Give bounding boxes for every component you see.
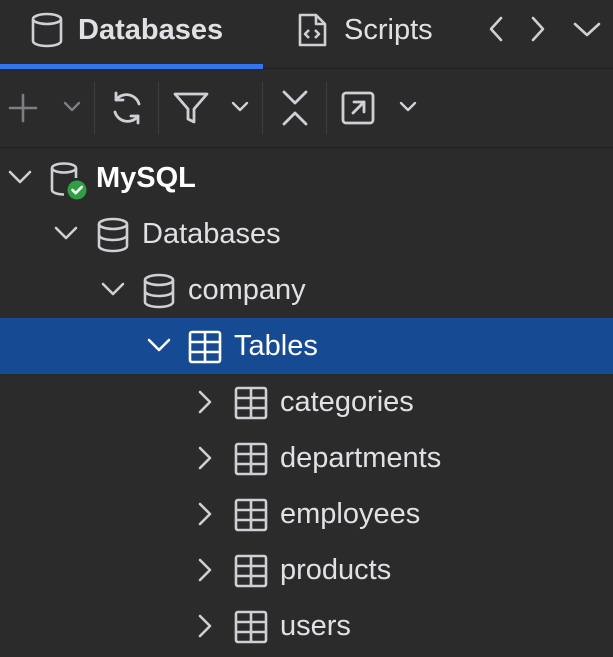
chevron-left-icon[interactable] bbox=[484, 14, 510, 44]
chevron-right-icon[interactable] bbox=[192, 444, 216, 472]
chevron-right-icon[interactable] bbox=[524, 14, 550, 44]
chevron-right-icon[interactable] bbox=[192, 556, 216, 584]
chevron-down-icon[interactable] bbox=[52, 221, 80, 245]
tree-node-table[interactable]: products bbox=[0, 542, 613, 598]
table-label: employees bbox=[280, 498, 421, 530]
script-file-icon bbox=[295, 12, 329, 48]
table-label: departments bbox=[280, 442, 442, 474]
chevron-right-icon[interactable] bbox=[192, 388, 216, 416]
chevron-right-icon[interactable] bbox=[192, 500, 216, 528]
table-icon bbox=[234, 442, 268, 476]
mysql-connection-icon bbox=[48, 161, 90, 201]
chevron-down-icon[interactable] bbox=[145, 333, 173, 357]
tab-scripts-label: Scripts bbox=[344, 14, 433, 46]
tree-node-tables-group[interactable]: Tables bbox=[0, 318, 613, 374]
tab-databases[interactable]: Databases bbox=[0, 0, 263, 69]
tab-scripts[interactable]: Scripts bbox=[263, 0, 473, 68]
table-label: categories bbox=[280, 386, 414, 418]
toolbar-separator bbox=[94, 82, 95, 134]
tree-node-connection[interactable]: MySQL bbox=[0, 150, 613, 206]
toolbar-separator bbox=[326, 82, 327, 134]
toolbar-separator bbox=[262, 82, 263, 134]
tab-databases-label: Databases bbox=[78, 14, 224, 46]
toolbar-separator bbox=[158, 82, 159, 134]
table-icon bbox=[234, 386, 268, 420]
connection-label: MySQL bbox=[96, 162, 196, 194]
table-label: users bbox=[280, 610, 351, 642]
tree-node-databases-group[interactable]: Databases bbox=[0, 206, 613, 262]
chevron-right-icon[interactable] bbox=[192, 612, 216, 640]
tables-group-label: Tables bbox=[234, 330, 318, 362]
chevron-down-icon[interactable] bbox=[99, 277, 127, 301]
database-icon bbox=[30, 12, 64, 48]
tree-node-table[interactable]: categories bbox=[0, 374, 613, 430]
tree-node-table[interactable]: departments bbox=[0, 430, 613, 486]
databases-group-label: Databases bbox=[142, 218, 281, 250]
tree-node-table[interactable]: employees bbox=[0, 486, 613, 542]
tree-node-table[interactable]: users bbox=[0, 598, 613, 654]
chevron-down-icon[interactable] bbox=[6, 165, 34, 189]
database-toolbar bbox=[0, 69, 613, 148]
schema-icon bbox=[142, 273, 176, 309]
chevron-down-icon[interactable] bbox=[571, 16, 603, 42]
table-group-icon bbox=[188, 330, 222, 364]
tree-node-schema[interactable]: company bbox=[0, 262, 613, 318]
table-icon bbox=[234, 554, 268, 588]
table-icon bbox=[234, 498, 268, 532]
tool-window-tabbar: Databases Scripts bbox=[0, 0, 613, 69]
schema-label: company bbox=[188, 274, 306, 306]
database-icon bbox=[96, 217, 130, 253]
table-label: products bbox=[280, 554, 392, 586]
table-icon bbox=[234, 610, 268, 644]
